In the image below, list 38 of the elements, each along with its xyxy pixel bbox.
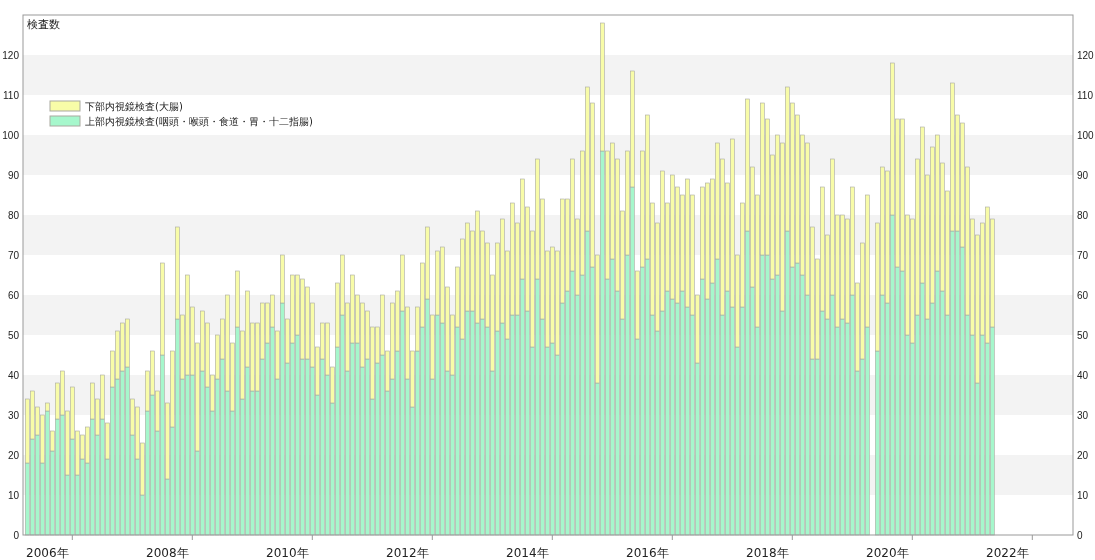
tick-label: 0	[13, 529, 19, 541]
tick-label: 2010年	[266, 546, 309, 560]
axis-title: 検査数	[27, 18, 60, 31]
legend-label: 下部内視鏡検査(大腸)	[85, 101, 183, 112]
tick-label: 2018年	[746, 546, 789, 560]
tick-label: 2008年	[146, 546, 189, 560]
tick-label: 2022年	[986, 546, 1029, 560]
tick-label: 20	[1077, 449, 1089, 461]
tick-label: 40	[7, 369, 19, 381]
tick-label: 50	[7, 329, 19, 341]
tick-label: 80	[1077, 209, 1089, 221]
tick-label: 120	[1077, 49, 1094, 61]
tick-label: 100	[2, 129, 19, 141]
tick-label: 30	[7, 409, 19, 421]
tick-label: 10	[7, 489, 19, 501]
tick-label: 90	[7, 169, 19, 181]
tick-label: 70	[7, 249, 19, 261]
tick-label: 50	[1077, 329, 1089, 341]
tick-label: 60	[7, 289, 19, 301]
tick-label: 100	[1077, 129, 1094, 141]
tick-label: 2016年	[626, 546, 669, 560]
tick-label: 110	[1077, 89, 1093, 101]
tick-label: 2012年	[386, 546, 429, 560]
tick-label: 0	[1077, 529, 1083, 541]
tick-label: 2006年	[26, 546, 69, 560]
tick-label: 20	[7, 449, 19, 461]
tick-label: 2020年	[866, 546, 909, 560]
tick-label: 70	[1077, 249, 1089, 261]
tick-label: 110	[3, 89, 19, 101]
tick-label: 10	[1077, 489, 1089, 501]
tick-label: 120	[2, 49, 19, 61]
tick-label: 90	[1077, 169, 1089, 181]
tick-label: 30	[1077, 409, 1089, 421]
tick-label: 80	[7, 209, 19, 221]
tick-label: 60	[1077, 289, 1089, 301]
tick-label: 40	[1077, 369, 1089, 381]
legend-label: 上部内視鏡検査(咽頭・喉頭・食道・胃・十二指腸)	[85, 116, 313, 127]
tick-label: 2014年	[506, 546, 549, 560]
